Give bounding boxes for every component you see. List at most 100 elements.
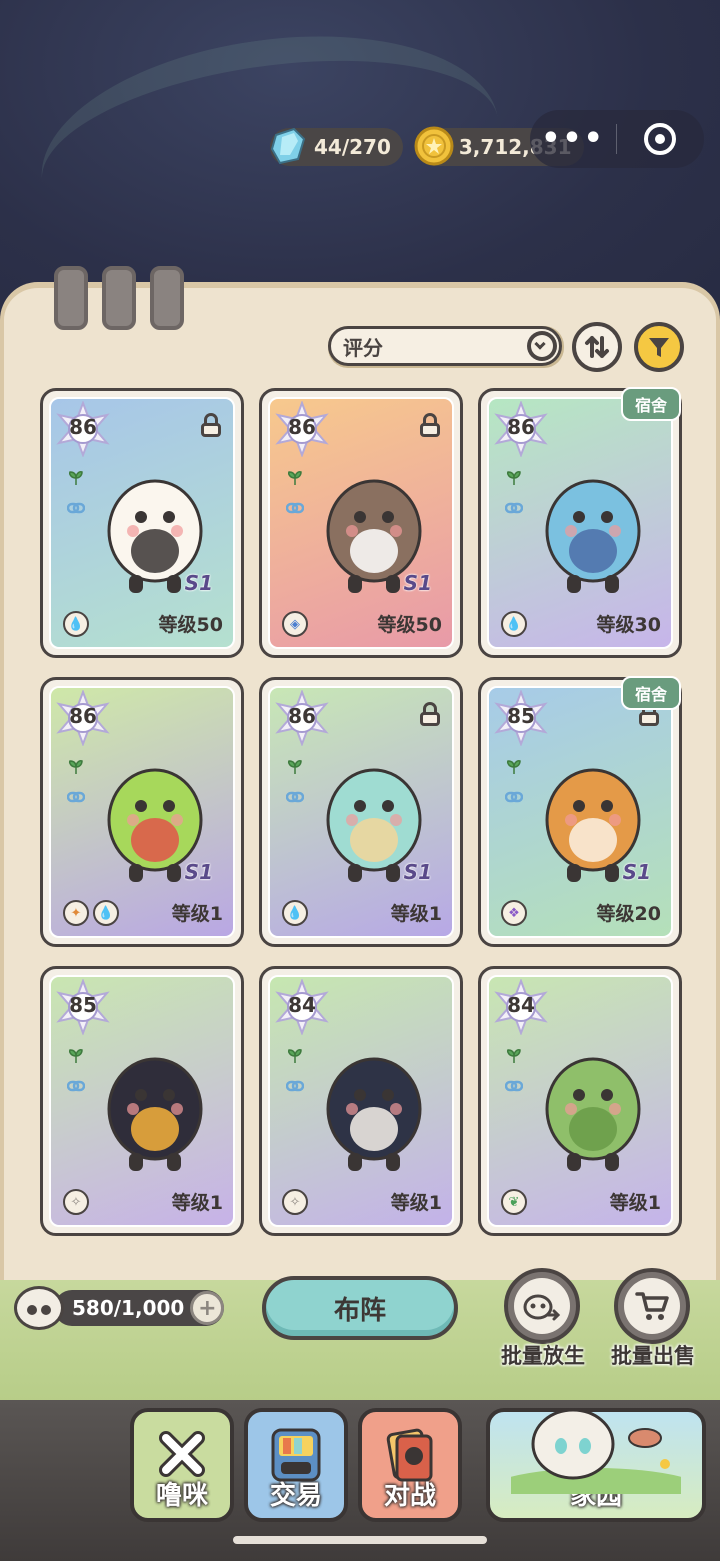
- season-badge: S1: [622, 860, 651, 884]
- leaf-icon: [288, 471, 302, 485]
- filter-button[interactable]: [634, 322, 684, 372]
- lock-icon: [420, 413, 440, 437]
- tab-pets[interactable]: 噜咪: [130, 1408, 234, 1522]
- card-level: 等级1: [390, 903, 442, 925]
- link-icon: [505, 502, 523, 514]
- monster-art-toucan-pharaoh: [107, 1057, 203, 1171]
- card-rating: 85: [507, 704, 535, 728]
- season-badge: S1: [184, 860, 213, 884]
- season-badge: S1: [184, 571, 213, 595]
- more-button[interactable]: •••: [530, 110, 616, 168]
- close-miniprogram-button[interactable]: [617, 110, 703, 168]
- card-rating: 86: [69, 704, 97, 728]
- cart-icon: [624, 1278, 680, 1334]
- monster-card[interactable]: 86 💧 等级30 宿舍: [478, 387, 682, 658]
- element-water-icon: 💧: [63, 611, 89, 637]
- season-badge: S1: [403, 860, 432, 884]
- card-art: 84 ✧ 等级1: [268, 975, 454, 1227]
- leaf-icon: [507, 471, 521, 485]
- element-neutral-icon: ✧: [282, 1189, 308, 1215]
- leaf-icon: [69, 760, 83, 774]
- monster-art-propeller-parrot: [545, 1057, 641, 1171]
- element-neutral-icon: ✧: [63, 1189, 89, 1215]
- monster-card[interactable]: 84 ❦ 等级1: [478, 966, 682, 1236]
- binder-ring-3: [150, 266, 184, 330]
- leaf-icon: [69, 1049, 83, 1063]
- dorm-tag: 宿舍: [620, 387, 681, 421]
- card-art: 86 S1 💧 等级1: [268, 686, 454, 938]
- element-orange-rune-icon: ✦: [63, 900, 89, 926]
- monster-card[interactable]: 86 S1 💧 等级1: [259, 677, 463, 947]
- card-level: 等级30: [596, 614, 661, 636]
- season-badge: S1: [403, 571, 432, 595]
- link-icon: [505, 791, 523, 803]
- leaf-icon: [507, 760, 521, 774]
- cat-face-icon: [14, 1286, 64, 1330]
- card-art: 85 S1 ❖ 等级20: [487, 686, 673, 938]
- link-icon: [67, 791, 85, 803]
- monster-art-penguin-student: [326, 1057, 422, 1171]
- element-water-icon: 💧: [501, 611, 527, 637]
- sort-label: 评分: [343, 335, 383, 360]
- close-x-icon: [159, 1431, 205, 1477]
- card-art: 84 ❦ 等级1: [487, 975, 673, 1227]
- card-level: 等级50: [377, 614, 442, 636]
- card-level: 等级20: [596, 903, 661, 925]
- monster-card[interactable]: 86 S1 💧 等级50: [40, 388, 244, 658]
- target-icon: [644, 123, 676, 155]
- more-dots-icon: •••: [541, 121, 605, 156]
- binder-ring-2: [102, 266, 136, 330]
- element-water-icon: 💧: [282, 900, 308, 926]
- plus-icon: +: [198, 1295, 217, 1321]
- card-rating: 86: [288, 704, 316, 728]
- element-purple-rune-icon: ❖: [501, 900, 527, 926]
- home-mascot-icon: [511, 1408, 681, 1494]
- monster-card[interactable]: 86 S1 ✦ 💧 等级1: [40, 677, 244, 947]
- card-art: 86 S1 ✦ 💧 等级1: [49, 686, 235, 938]
- monster-card[interactable]: 85 S1 ❖ 等级20 宿舍: [478, 676, 682, 947]
- card-art: 86 💧 等级30: [487, 397, 673, 649]
- sort-dropdown[interactable]: 评分: [328, 326, 562, 366]
- storage-capacity: 580/1,000 +: [14, 1286, 225, 1330]
- stamina-value: 44/270: [314, 135, 391, 159]
- release-icon: [514, 1278, 570, 1334]
- sort-order-button[interactable]: [572, 322, 622, 372]
- tab-home[interactable]: 家园: [486, 1408, 706, 1522]
- link-icon: [286, 791, 304, 803]
- card-rating: 86: [69, 415, 97, 439]
- binder-ring-1: [54, 266, 88, 330]
- card-art: 86 S1 ◈ 等级50: [268, 397, 454, 649]
- card-level: 等级1: [171, 903, 223, 925]
- lock-icon: [201, 413, 221, 437]
- monster-art-blue-horned-bull: [545, 479, 641, 593]
- monster-card[interactable]: 86 S1 ◈ 等级50: [259, 388, 463, 658]
- card-art: 86 S1 💧 等级50: [49, 397, 235, 649]
- batch-release-button[interactable]: [504, 1268, 580, 1344]
- chevron-down-icon: [527, 331, 557, 361]
- leaf-icon: [69, 471, 83, 485]
- tab-battle[interactable]: 对战: [358, 1408, 462, 1522]
- card-level: 等级1: [171, 1192, 223, 1214]
- leaf-icon: [288, 1049, 302, 1063]
- crystal-icon: [270, 127, 306, 165]
- coin-icon: [414, 126, 454, 166]
- element-green-rune-icon: ❦: [501, 1189, 527, 1215]
- card-art: 85 ✧ 等级1: [49, 975, 235, 1227]
- battle-card-icon: [386, 1428, 433, 1482]
- link-icon: [286, 502, 304, 514]
- monster-card[interactable]: 85 ✧ 等级1: [40, 966, 244, 1236]
- card-rating: 86: [507, 415, 535, 439]
- batch-sell-button[interactable]: [614, 1268, 690, 1344]
- formation-button[interactable]: 布阵: [262, 1276, 458, 1340]
- dorm-tag: 宿舍: [620, 676, 681, 710]
- leaf-icon: [507, 1049, 521, 1063]
- link-icon: [67, 502, 85, 514]
- link-icon: [286, 1080, 304, 1092]
- card-level: 等级1: [609, 1192, 661, 1214]
- miniprogram-capsule: •••: [530, 110, 704, 168]
- card-rating: 86: [288, 415, 316, 439]
- tab-trade[interactable]: 交易: [244, 1408, 348, 1522]
- monster-card[interactable]: 84 ✧ 等级1: [259, 966, 463, 1236]
- stamina-counter[interactable]: 44/270: [270, 127, 403, 166]
- leaf-icon: [288, 760, 302, 774]
